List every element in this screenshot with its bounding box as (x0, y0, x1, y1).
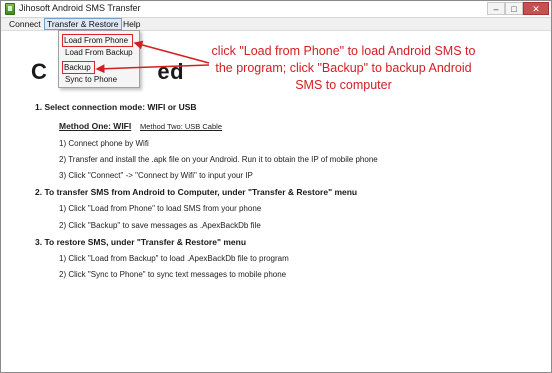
step-3-item-2: 2) Click "Sync to Phone" to sync text me… (59, 270, 287, 279)
page-title-start: C (31, 59, 48, 84)
transfer-restore-dropdown: Load From Phone Load From Backup Backup … (58, 30, 140, 88)
menu-transfer-restore[interactable]: Transfer & Restore (44, 18, 122, 30)
close-button[interactable]: ✕ (523, 2, 549, 15)
step-2-item-2: 2) Click "Backup" to save messages as .A… (59, 221, 261, 230)
menu-item-load-from-phone[interactable]: Load From Phone (62, 34, 134, 47)
step-2-item-1: 1) Click "Load from Phone" to load SMS f… (59, 204, 262, 213)
step-3-item-1: 1) Click "Load from Backup" to load .Ape… (59, 254, 289, 263)
method-one-link[interactable]: Method One: WIFI (59, 121, 131, 131)
title-bar[interactable]: Jihosoft Android SMS Transfer – □ ✕ (1, 1, 551, 18)
step-3-heading: 3. To restore SMS, under "Transfer & Res… (35, 237, 247, 247)
maximize-button[interactable]: □ (505, 2, 523, 15)
app-icon (5, 3, 15, 15)
step-1-item-3: 3) Click "Connect" -> "Connect by Wifi" … (59, 171, 253, 180)
step-1-item-2: 2) Transfer and install the .apk file on… (59, 155, 378, 164)
minimize-button[interactable]: – (487, 2, 505, 15)
menu-connect[interactable]: Connect (7, 18, 43, 30)
annotation-callout: click "Load from Phone" to load Android … (206, 43, 481, 94)
menu-item-backup[interactable]: Backup (62, 61, 95, 74)
menu-help[interactable]: Help (121, 18, 142, 30)
step-2-heading: 2. To transfer SMS from Android to Compu… (35, 187, 358, 197)
window-title: Jihosoft Android SMS Transfer (19, 3, 141, 13)
menu-item-sync-to-phone[interactable]: Sync to Phone (64, 74, 118, 85)
app-window: Jihosoft Android SMS Transfer – □ ✕ Conn… (0, 0, 552, 373)
method-two-link[interactable]: Method Two: USB Cable (140, 122, 222, 131)
step-1-item-1: 1) Connect phone by Wifi (59, 139, 149, 148)
step-1-heading: 1. Select connection mode: WIFI or USB (35, 102, 197, 112)
menu-item-load-from-backup[interactable]: Load From Backup (64, 47, 134, 58)
page-title-end: ed (157, 59, 185, 84)
